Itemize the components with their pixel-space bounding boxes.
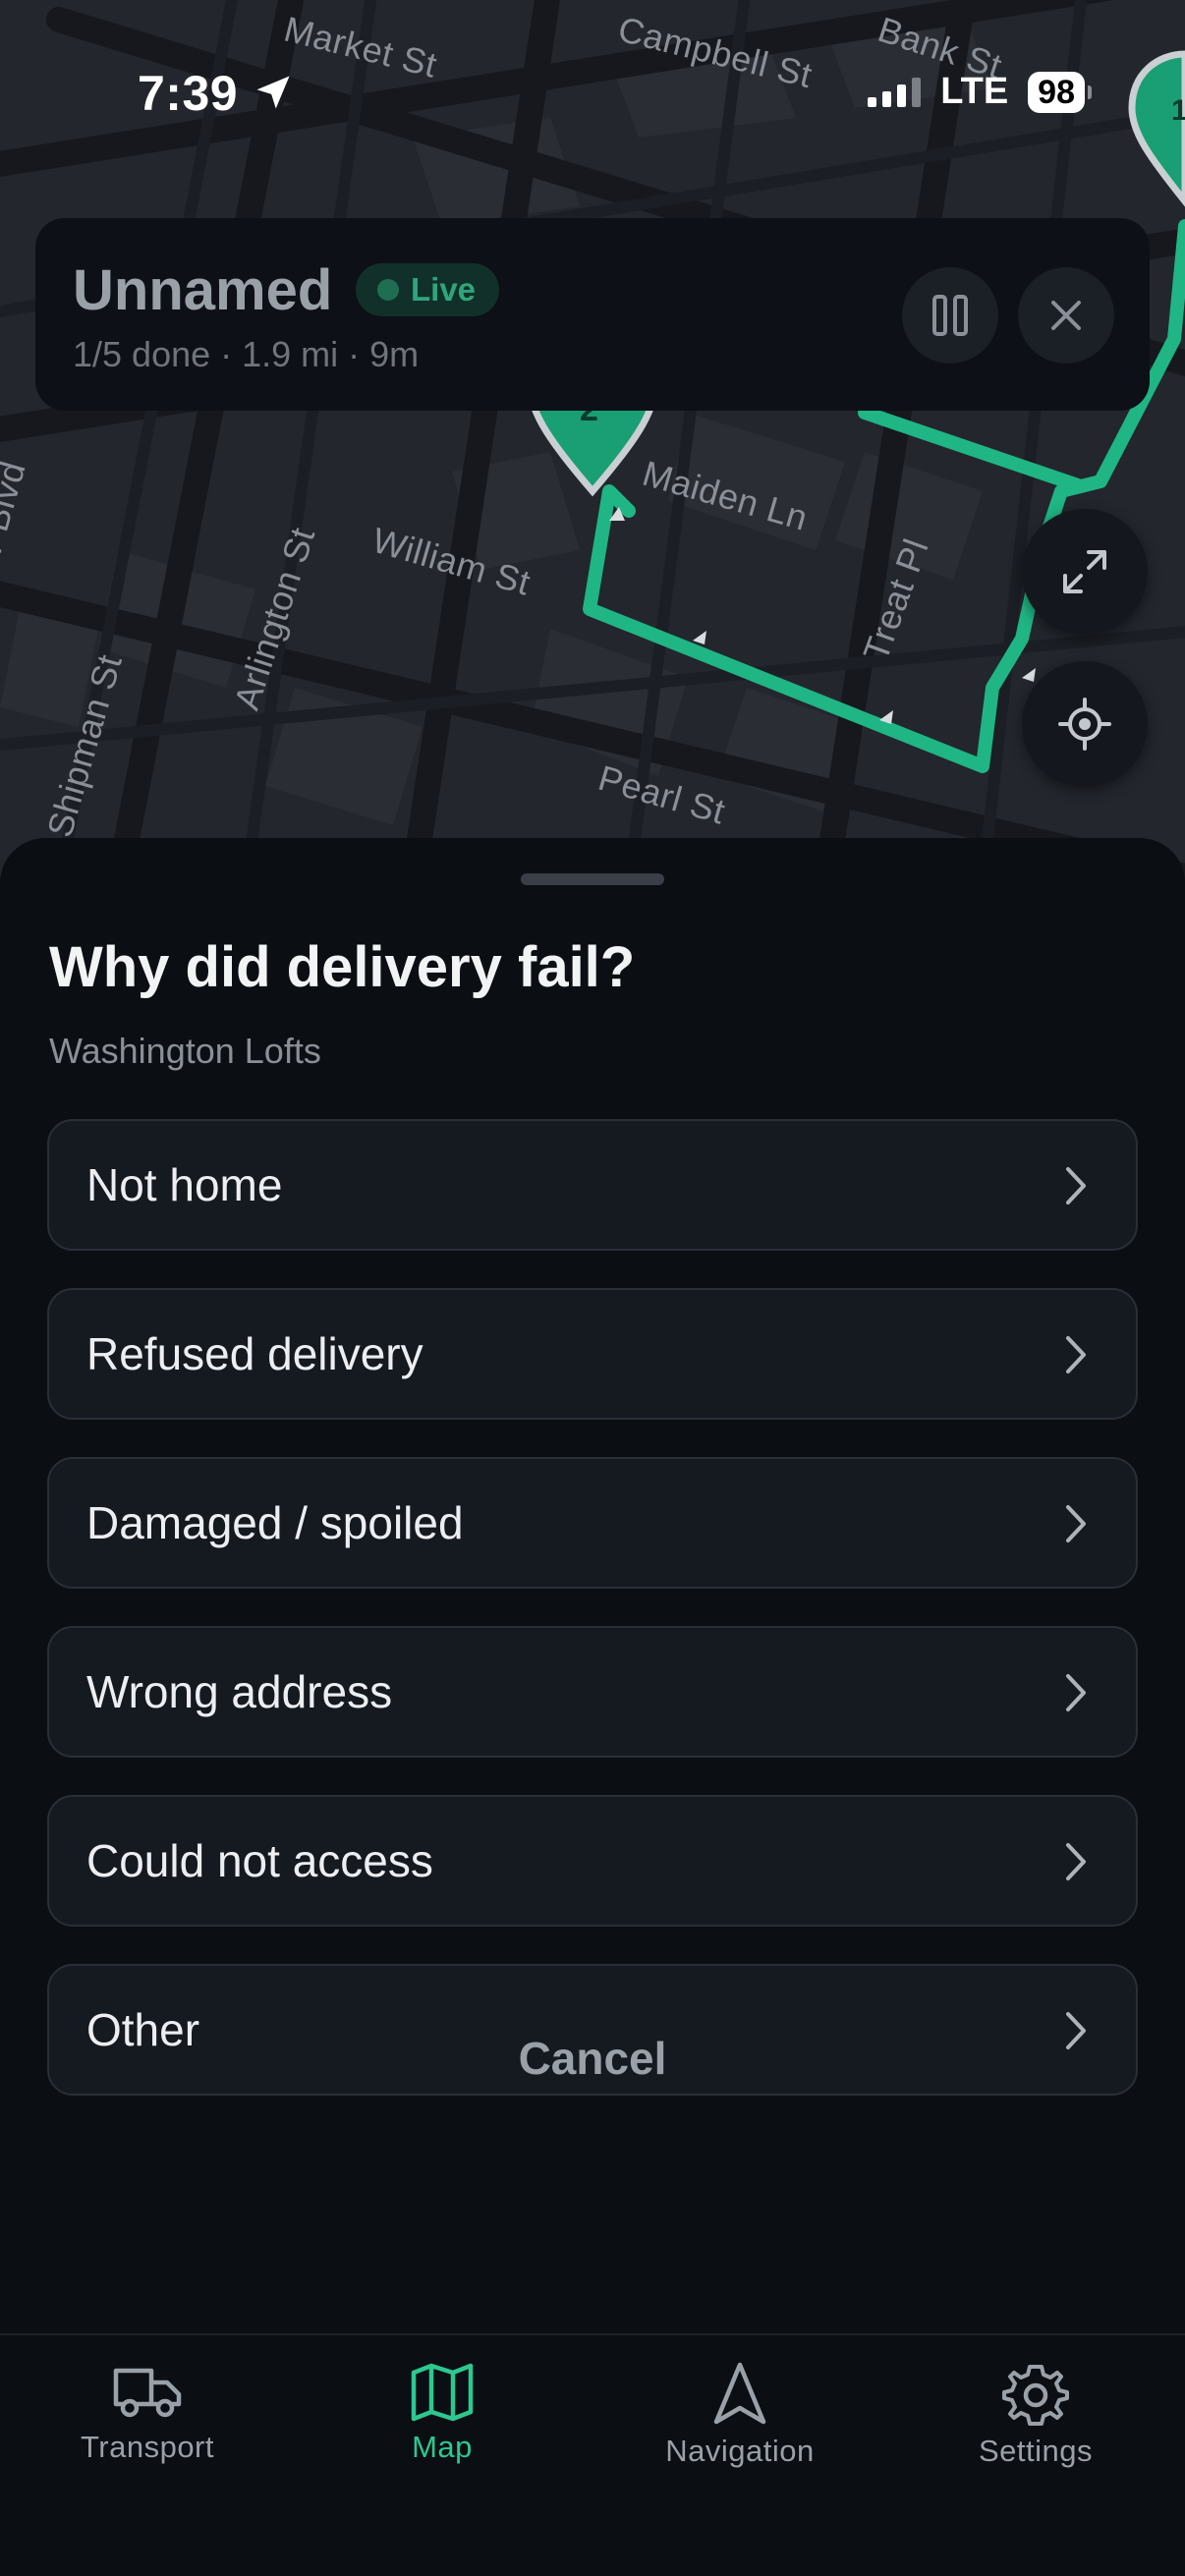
expand-icon: [1063, 550, 1106, 593]
live-status: Live: [411, 271, 477, 308]
chevron-right-icon: [1066, 1167, 1086, 1204]
cancel-button[interactable]: Cancel: [0, 2032, 1185, 2085]
close-icon: [1051, 301, 1081, 330]
tab-transport[interactable]: Transport: [0, 2335, 295, 2532]
tab-label: Settings: [978, 2434, 1093, 2468]
truck-icon: [113, 2368, 182, 2418]
locate-me-button[interactable]: [1022, 661, 1148, 787]
reason-option-could-not-access[interactable]: Could not access: [47, 1795, 1138, 1927]
failure-reason-sheet: Why did delivery fail? Washington Lofts …: [0, 838, 1185, 2333]
route-summary: 1/5 done · 1.9 mi · 9m: [73, 334, 420, 374]
reason-option-wrong-address[interactable]: Wrong address: [47, 1626, 1138, 1758]
option-label: Damaged / spoiled: [86, 1497, 464, 1548]
map-icon: [411, 2363, 474, 2422]
battery-indicator: 98: [1028, 71, 1092, 113]
tab-label: Map: [412, 2430, 473, 2464]
pause-button[interactable]: [902, 267, 998, 364]
sheet-subtitle: Washington Lofts: [49, 1031, 321, 1071]
network-type: LTE: [940, 71, 1009, 112]
tab-map[interactable]: Map: [295, 2335, 590, 2532]
tab-settings[interactable]: Settings: [888, 2335, 1183, 2532]
option-label: Could not access: [86, 1835, 433, 1886]
chevron-right-icon: [1066, 1674, 1086, 1711]
sheet-grabber[interactable]: [521, 873, 664, 885]
failure-reason-list: Not home Refused delivery Damaged / spoi…: [47, 1119, 1138, 2133]
live-badge: Live: [356, 263, 500, 316]
tab-navigation[interactable]: Navigation: [592, 2335, 887, 2532]
tab-bar: Transport Map Navigation Settings: [0, 2333, 1185, 2576]
option-label: Refused delivery: [86, 1328, 423, 1379]
tab-label: Transport: [80, 2430, 214, 2464]
chevron-right-icon: [1066, 1336, 1086, 1373]
route-title: Unnamed: [73, 258, 333, 322]
reason-option-damaged-spoiled[interactable]: Damaged / spoiled: [47, 1457, 1138, 1589]
sheet-title: Why did delivery fail?: [49, 935, 636, 999]
signal-strength-icon: [868, 77, 922, 107]
reason-option-refused-delivery[interactable]: Refused delivery: [47, 1288, 1138, 1420]
live-dot-icon: [377, 279, 399, 301]
location-arrow-icon: [252, 71, 295, 119]
chevron-right-icon: [1066, 1843, 1086, 1880]
pause-icon: [932, 295, 968, 336]
status-time: 7:39: [138, 66, 239, 121]
tab-label: Navigation: [665, 2434, 815, 2468]
navigation-icon: [713, 2362, 766, 2425]
locate-icon: [1058, 698, 1111, 751]
gear-icon: [1002, 2365, 1069, 2426]
option-label: Wrong address: [86, 1666, 393, 1717]
chevron-right-icon: [1066, 1505, 1086, 1542]
reason-option-not-home[interactable]: Not home: [47, 1119, 1138, 1251]
close-button[interactable]: [1018, 267, 1114, 364]
expand-map-button[interactable]: [1022, 509, 1148, 635]
option-label: Not home: [86, 1159, 283, 1210]
route-card: Unnamed Live 1/5 done · 1.9 mi · 9m: [35, 218, 1150, 411]
status-bar: 7:39 LTE 98: [0, 0, 1185, 196]
